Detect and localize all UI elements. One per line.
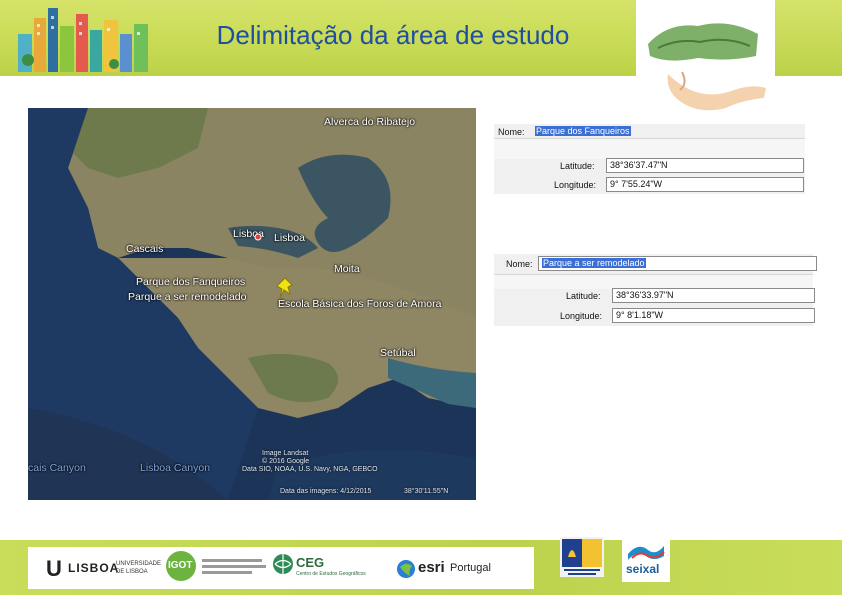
placemark-dialog-fanqueiros: Nome: Parque dos Fanqueiros Latitude: 38… [494, 124, 805, 194]
placemark-dialog-remodelado: Nome: Parque a ser remodelado Latitude: … [494, 254, 817, 326]
nos-propomos-logo [638, 4, 772, 122]
map-label-cais-canyon: cais Canyon [28, 462, 86, 474]
map-data-credit: Data SIO, NOAA, U.S. Navy, NGA, GEBCO [242, 466, 378, 473]
school-crest-logo [560, 537, 604, 577]
map-label-lisboa-2: Lisboa [274, 232, 305, 244]
map-label-parque-remodelado: Parque a ser remodelado [128, 291, 247, 303]
name-input[interactable]: Parque dos Fanqueiros [532, 126, 631, 137]
seixal-logo: seixal [622, 538, 670, 582]
latitude-input[interactable]: 38°36'37.47"N [606, 158, 804, 173]
seixal-wave-icon [628, 546, 665, 560]
map-label-moita: Moita [334, 263, 360, 275]
latitude-label: Latitude: [566, 291, 601, 301]
latitude-input[interactable]: 38°36'33.97"N [612, 288, 815, 303]
map-imagery-credit: Image Landsat [262, 450, 309, 457]
name-label: Nome: [498, 127, 525, 137]
dialog-divider [494, 138, 805, 159]
latitude-label: Latitude: [560, 161, 595, 171]
map-label-lisboa-canyon: Lisboa Canyon [140, 462, 211, 474]
map-marker-icon[interactable] [253, 232, 263, 242]
longitude-input[interactable]: 9° 7'55.24"W [606, 177, 804, 192]
pushpin-icon[interactable] [274, 276, 296, 302]
map-coordinates: 38°30'11.55"N [404, 488, 449, 495]
ceg-globe-icon [273, 554, 293, 574]
map-copyright: © 2016 Google [262, 458, 310, 465]
dialog-divider [494, 274, 813, 289]
satellite-map[interactable]: Alverca do Ribatejo Lisboa Lisboa Cascai… [28, 108, 476, 500]
map-label-escola: Escola Básica dos Foros de Amora [278, 298, 442, 310]
map-label-alverca: Alverca do Ribatejo [324, 116, 416, 128]
esri-globe-icon [397, 560, 415, 578]
name-label: Nome: [506, 259, 533, 269]
longitude-label: Longitude: [560, 311, 603, 321]
longitude-label: Longitude: [554, 180, 597, 190]
map-label-cascais: Cascais [126, 243, 164, 255]
longitude-input[interactable]: 9° 8'1.18"W [612, 308, 815, 323]
page-title: Delimitação da área de estudo [216, 20, 570, 50]
name-input[interactable]: Parque a ser remodelado [538, 256, 817, 271]
header-right-band [775, 0, 842, 76]
map-imagery-date: Data das imagens: 4/12/2015 [280, 488, 372, 495]
city-skyline-logo [18, 8, 148, 72]
ulisboa-u-icon: U [46, 556, 62, 581]
map-label-parque-fanqueiros: Parque dos Fanqueiros [136, 276, 246, 288]
map-label-setubal: Setúbal [380, 347, 416, 359]
